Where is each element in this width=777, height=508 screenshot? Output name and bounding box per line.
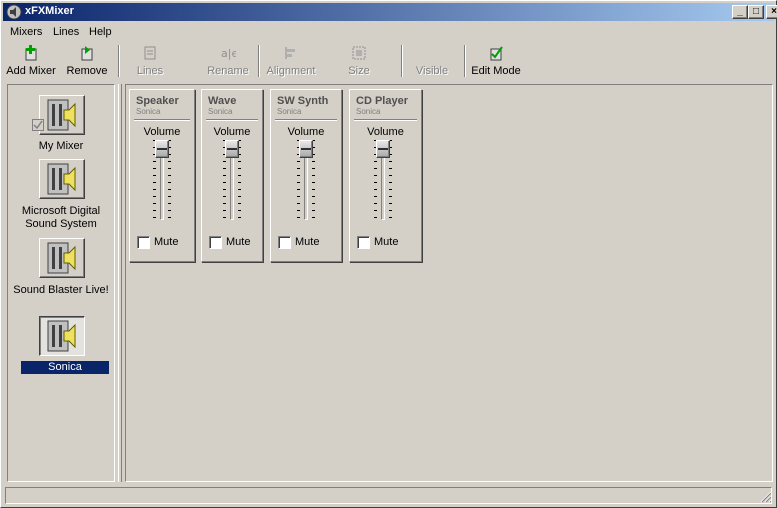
mixer-device-icon xyxy=(39,95,85,135)
mute-label: Mute xyxy=(374,236,399,248)
volume-label: Volume xyxy=(367,126,404,138)
mixer-label-selected: Sonica xyxy=(21,361,109,374)
menu-bar: Mixers Lines Help xyxy=(3,23,774,41)
mixer-label: Sound Blaster Live! xyxy=(13,284,109,296)
volume-slider[interactable] xyxy=(152,140,172,220)
line-device: Sonica xyxy=(277,107,302,116)
status-bar xyxy=(3,486,774,505)
mixer-device-icon xyxy=(39,159,85,199)
mixer-lines-area: Speaker Sonica Volume Mute Wave Sonica V… xyxy=(125,84,773,482)
lines-icon xyxy=(144,46,156,60)
line-panel-speaker: Speaker Sonica Volume Mute xyxy=(129,89,195,262)
lines-label: Lines xyxy=(136,65,164,77)
visible-button[interactable]: Visible xyxy=(411,44,453,78)
visible-label: Visible xyxy=(415,65,449,77)
volume-label: Volume xyxy=(143,126,181,138)
rename-button[interactable]: a|e Rename xyxy=(203,44,253,78)
line-panel-wave: Wave Sonica Volume Mute xyxy=(201,89,263,262)
remove-mixer-icon xyxy=(81,46,93,61)
menu-lines[interactable]: Lines xyxy=(53,26,79,38)
toolbar-separator xyxy=(401,45,403,77)
size-button[interactable]: Size xyxy=(343,44,375,78)
add-mixer-icon xyxy=(25,45,37,61)
mute-checkbox-box[interactable] xyxy=(209,236,222,249)
mixer-item-sonica[interactable]: Sonica xyxy=(8,316,114,376)
volume-label: Volume xyxy=(287,126,325,138)
divider xyxy=(354,119,417,121)
line-name: Speaker xyxy=(136,95,179,107)
size-label: Size xyxy=(348,65,370,77)
line-panel-cd-player: CD Player Sonica Volume Mute xyxy=(349,89,422,262)
line-name: SW Synth xyxy=(277,95,329,107)
rename-icon: a|e xyxy=(221,47,236,60)
app-speaker-icon[interactable] xyxy=(6,4,22,20)
size-icon xyxy=(352,46,366,60)
main-window: xFXMixer _ □ × Mixers Lines Help Add Mix… xyxy=(0,0,777,508)
mixer-device-icon xyxy=(39,316,85,356)
volume-slider-thumb[interactable] xyxy=(155,140,169,158)
alignment-label: Alignment xyxy=(266,65,316,77)
mixer-item-sound-blaster-live[interactable]: Sound Blaster Live! xyxy=(8,238,114,318)
svg-text:a|e: a|e xyxy=(221,47,236,60)
mute-label: Mute xyxy=(295,236,320,248)
default-mixer-check-icon xyxy=(32,119,44,131)
edit-mode-button[interactable]: Edit Mode xyxy=(469,44,523,78)
line-name: Wave xyxy=(208,95,237,107)
mixer-item-my-mixer[interactable]: My Mixer xyxy=(8,95,114,155)
line-name: CD Player xyxy=(356,95,408,107)
remove-label: Remove xyxy=(66,65,108,77)
remove-button[interactable]: Remove xyxy=(63,44,111,78)
divider xyxy=(134,119,190,121)
minimize-button[interactable]: _ xyxy=(732,5,748,19)
toolbar: Add Mixer Remove Lines a|e Rename Alignm… xyxy=(3,42,774,80)
rename-label: Rename xyxy=(207,65,249,77)
close-button[interactable]: × xyxy=(766,5,777,19)
window-title: xFXMixer xyxy=(25,5,74,17)
mixer-label: Microsoft Digital Sound System xyxy=(21,205,101,230)
mute-checkbox-box[interactable] xyxy=(357,236,370,249)
menu-mixers[interactable]: Mixers xyxy=(10,26,42,38)
toolbar-separator xyxy=(464,45,466,77)
volume-slider[interactable] xyxy=(373,140,393,220)
status-pane xyxy=(5,487,772,504)
line-device: Sonica xyxy=(356,107,381,116)
add-mixer-button[interactable]: Add Mixer xyxy=(5,44,57,78)
toolbar-separator xyxy=(118,45,120,77)
alignment-icon xyxy=(285,47,295,59)
volume-slider-thumb[interactable] xyxy=(376,140,390,158)
mixer-device-icon xyxy=(39,238,85,278)
menu-help[interactable]: Help xyxy=(89,26,112,38)
volume-slider[interactable] xyxy=(296,140,316,220)
resize-grip-icon[interactable] xyxy=(760,491,772,503)
volume-label: Volume xyxy=(213,126,251,138)
title-bar[interactable]: xFXMixer _ □ × xyxy=(3,3,777,21)
maximize-button[interactable]: □ xyxy=(748,5,764,19)
edit-mode-label: Edit Mode xyxy=(471,65,521,77)
mute-label: Mute xyxy=(226,236,251,248)
mute-checkbox-box[interactable] xyxy=(137,236,150,249)
line-device: Sonica xyxy=(136,107,161,116)
mute-checkbox-box[interactable] xyxy=(278,236,291,249)
mute-label: Mute xyxy=(154,236,179,248)
line-device: Sonica xyxy=(208,107,233,116)
mixer-item-microsoft-digital-sound-system[interactable]: Microsoft Digital Sound System xyxy=(8,159,114,239)
volume-slider[interactable] xyxy=(222,140,242,220)
volume-slider-thumb[interactable] xyxy=(225,140,239,158)
divider xyxy=(275,119,337,121)
add-mixer-label: Add Mixer xyxy=(6,65,56,77)
lines-button[interactable]: Lines xyxy=(127,44,173,78)
splitter[interactable] xyxy=(118,84,122,482)
line-panel-sw-synth: SW Synth Sonica Volume Mute xyxy=(270,89,342,262)
volume-slider-thumb[interactable] xyxy=(299,140,313,158)
edit-mode-icon xyxy=(490,46,503,61)
mixer-label: My Mixer xyxy=(38,140,84,152)
mixer-list: My Mixer Microsoft Digital Sound System xyxy=(7,84,115,482)
alignment-button[interactable]: Alignment xyxy=(263,44,319,78)
toolbar-separator xyxy=(258,45,260,77)
divider xyxy=(206,119,258,121)
